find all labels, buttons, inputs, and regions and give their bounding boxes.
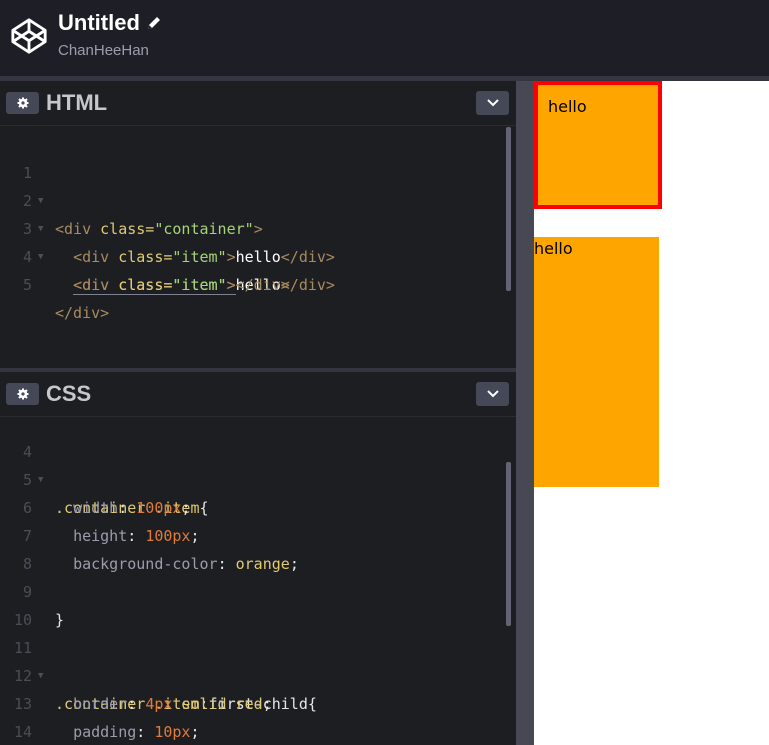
- title-row: Untitled: [58, 8, 162, 38]
- pen-title[interactable]: Untitled: [58, 8, 140, 38]
- html-token: "item": [172, 276, 227, 294]
- css-token: :: [136, 723, 146, 741]
- code-line: 1 ▼ <div class="container">: [0, 131, 516, 238]
- code-line: 12 border: 4px solid red;: [0, 634, 516, 713]
- line-number: 5: [22, 276, 32, 294]
- gear-icon: [17, 97, 28, 109]
- css-settings-button[interactable]: [6, 383, 39, 405]
- code-line: 13 padding: 10px;: [0, 662, 516, 741]
- code-line: 9 }: [0, 550, 516, 629]
- preview-item-first: hello: [534, 81, 662, 209]
- html-token: </div>: [55, 304, 110, 322]
- html-collapse-button[interactable]: [476, 91, 509, 115]
- app-header: Untitled ChanHeeHan: [0, 0, 769, 76]
- chevron-down-icon: [486, 99, 499, 107]
- code-line: 14 }: [0, 690, 516, 741]
- line-number: 14: [13, 723, 32, 741]
- chevron-down-icon: [486, 390, 499, 398]
- codepen-logo-icon[interactable]: [10, 17, 48, 55]
- editor-column: HTML 1 ▼ <div class="container"> 2 ▼ <di…: [0, 81, 516, 745]
- html-token: class=: [118, 276, 173, 294]
- code-line: 7 background-color: orange;: [0, 494, 516, 573]
- code-line: 8: [0, 522, 516, 573]
- html-panel-title: HTML: [46, 90, 108, 115]
- code-line: 10: [0, 578, 516, 629]
- code-line: 5 width: 100px;: [0, 438, 516, 517]
- html-code-editor[interactable]: 1 ▼ <div class="container"> 2 ▼ <div cla…: [0, 131, 516, 367]
- gear-icon: [17, 388, 28, 400]
- pencil-icon[interactable]: [146, 15, 162, 31]
- code-line: 6 height: 100px;: [0, 466, 516, 545]
- html-panel-header: HTML: [0, 81, 516, 126]
- result-preview: hello hello: [534, 81, 769, 745]
- author-name[interactable]: ChanHeeHan: [58, 41, 149, 61]
- html-token: ></div>: [226, 276, 290, 294]
- css-code-editor[interactable]: 4 ▼ .container .item{ 5 width: 100px; 6 …: [0, 410, 516, 745]
- css-token: 10px: [154, 723, 191, 741]
- html-token: <div: [73, 276, 110, 294]
- css-token: padding: [73, 723, 137, 741]
- css-collapse-button[interactable]: [476, 382, 509, 406]
- code-line: 4 ▼ .container .item{: [0, 410, 516, 517]
- css-scrollbar[interactable]: [506, 462, 511, 626]
- css-token: ;: [190, 723, 200, 741]
- code-line: 11 ▼ .container .item:first-child{: [0, 606, 516, 713]
- code-line: 3 ▼ <div class="item">hello</div>: [0, 187, 516, 295]
- preview-item-second: hello: [534, 237, 659, 365]
- css-panel-title: CSS: [46, 381, 92, 406]
- code-line: 5 </div>: [0, 243, 516, 322]
- editor-resize-gutter[interactable]: [516, 81, 534, 745]
- html-settings-button[interactable]: [6, 92, 39, 114]
- html-scrollbar[interactable]: [506, 127, 511, 291]
- code-line: 4 <div class="item"></div>: [0, 215, 516, 294]
- preview-item-third: [534, 365, 659, 487]
- code-line: 2 ▼ <div class="item">hello</div>: [0, 159, 516, 266]
